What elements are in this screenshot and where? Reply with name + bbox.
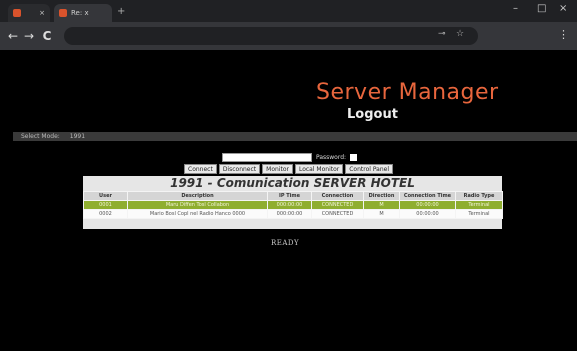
column-header: Description bbox=[127, 191, 268, 201]
monitor-button[interactable]: Monitor bbox=[262, 164, 293, 174]
table-cell: CONNECTED bbox=[311, 209, 364, 219]
panel-title: 1991 - Comunication SERVER HOTEL bbox=[170, 176, 415, 190]
table-cell: M bbox=[363, 200, 400, 210]
table-row[interactable]: 0002 Mario Bosl Copl nel Radio Hanco 000… bbox=[83, 209, 503, 219]
table-row[interactable]: 0001 Maru Diffen Tosl Collabon 000:00:00… bbox=[83, 200, 503, 210]
table-cell: 00:00:00 bbox=[399, 200, 456, 210]
back-button[interactable]: ← bbox=[6, 29, 20, 43]
browser-tab-1[interactable]: × bbox=[8, 4, 50, 22]
disconnect-button[interactable]: Disconnect bbox=[218, 164, 261, 174]
password-label: Password: bbox=[316, 154, 347, 161]
key-icon[interactable]: ⊸ bbox=[438, 29, 446, 39]
column-header: User bbox=[83, 191, 128, 201]
reload-button[interactable]: C bbox=[40, 29, 54, 43]
maximize-button[interactable]: □ bbox=[537, 3, 546, 14]
page-content: Server Manager Logout Select Mode: 1991 … bbox=[0, 50, 577, 351]
table-cell: Mario Bosl Copl nel Radio Hanco 0000 bbox=[127, 209, 268, 219]
favicon-icon bbox=[13, 9, 21, 17]
column-header: Connection bbox=[311, 191, 364, 201]
close-window-button[interactable]: × bbox=[559, 3, 567, 14]
mode-bar: Select Mode: 1991 bbox=[13, 132, 577, 141]
mode-value[interactable]: 1991 bbox=[70, 133, 85, 140]
table-cell: Terminal bbox=[455, 209, 503, 219]
control-panel-button[interactable]: Control Panel bbox=[345, 164, 394, 174]
star-icon[interactable]: ☆ bbox=[456, 29, 464, 39]
forward-button[interactable]: → bbox=[22, 29, 36, 43]
table-cell: 00:00:00 bbox=[399, 209, 456, 219]
tab-close-icon[interactable]: × bbox=[39, 9, 45, 17]
password-input[interactable] bbox=[222, 153, 312, 162]
table-cell: 000:00:00 bbox=[267, 200, 312, 210]
browser-tab-2[interactable]: Re: x bbox=[54, 4, 112, 22]
table-cell: 000:00:00 bbox=[267, 209, 312, 219]
mode-label: Select Mode: bbox=[21, 133, 60, 140]
table-cell: 0001 bbox=[83, 200, 128, 210]
column-header: IP Time bbox=[267, 191, 312, 201]
status-text: READY bbox=[271, 239, 300, 247]
password-checkbox[interactable] bbox=[350, 154, 358, 161]
logout-link[interactable]: Logout bbox=[347, 107, 398, 122]
address-bar[interactable]: ⊸ ☆ bbox=[64, 27, 478, 45]
table-cell: CONNECTED bbox=[311, 200, 364, 210]
new-tab-button[interactable]: + bbox=[117, 6, 125, 17]
connect-button[interactable]: Connect bbox=[184, 164, 217, 174]
action-buttons: Connect Disconnect Monitor Local Monitor… bbox=[184, 164, 394, 174]
table-cell: 0002 bbox=[83, 209, 128, 219]
local-monitor-button[interactable]: Local Monitor bbox=[294, 164, 344, 174]
browser-tab-bar: × Re: x + – □ × bbox=[0, 0, 577, 22]
column-header: Radio Type bbox=[455, 191, 503, 201]
table-cell: Maru Diffen Tosl Collabon bbox=[127, 200, 268, 210]
table-cell: Terminal bbox=[455, 200, 503, 210]
server-panel: 1991 - Comunication SERVER HOTEL User De… bbox=[83, 176, 503, 229]
browser-toolbar: ← → C ⊸ ☆ ⋮ bbox=[0, 22, 577, 50]
table-header-row: User Description IP Time Connection Dire… bbox=[83, 191, 503, 201]
tab-label: Re: x bbox=[71, 9, 89, 17]
favicon-icon bbox=[59, 9, 67, 17]
column-header: Connection Time bbox=[399, 191, 456, 201]
table-cell: M bbox=[363, 209, 400, 219]
brand-title: Server Manager bbox=[316, 80, 499, 105]
connections-table: User Description IP Time Connection Dire… bbox=[83, 191, 503, 219]
column-header: Direction bbox=[363, 191, 400, 201]
password-row: Password: bbox=[222, 153, 358, 162]
minimize-button[interactable]: – bbox=[513, 3, 518, 14]
browser-menu-icon[interactable]: ⋮ bbox=[558, 28, 569, 41]
